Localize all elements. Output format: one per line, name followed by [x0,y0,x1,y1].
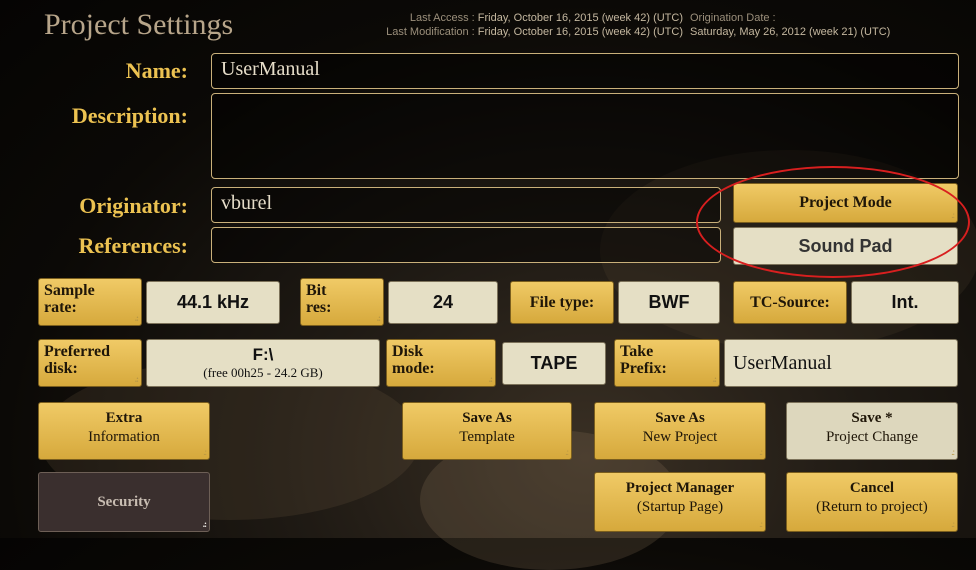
sample-rate-label: Sample rate: .: [38,278,142,326]
highlight-oval [696,166,970,278]
originator-field[interactable]: vburel [211,187,721,223]
bit-res-value[interactable]: 24 [388,281,498,324]
preferred-disk-label-line1: Preferred [44,343,111,360]
references-field[interactable] [211,227,721,263]
extra-information-line1: Extra [105,410,143,426]
save-as-new-project-line2: New Project [642,429,718,445]
save-project-change-button[interactable]: Save * Project Change .: [786,402,958,460]
preferred-disk-drive: F:\ [252,345,274,364]
disk-mode-label-line1: Disk [392,343,424,360]
save-as-template-line1: Save As [462,410,512,426]
last-access-value: Friday, October 16, 2015 (week 42) (UTC) [477,12,683,24]
description-label: Description: [71,103,188,128]
file-type-label: File type: [510,281,614,324]
grip-icon: .: [759,447,763,457]
cancel-line1: Cancel [849,480,895,496]
grip-icon: .: [203,447,207,457]
preferred-disk-value[interactable]: F:\ (free 00h25 - 24.2 GB) [146,339,380,387]
name-label: Name: [125,58,188,83]
project-manager-button[interactable]: Project Manager (Startup Page) .: [594,472,766,532]
take-prefix-label-line1: Take [620,343,654,360]
tc-source-label: TC-Source: [733,281,847,324]
security-label: Security [97,493,151,510]
references-label: References: [78,233,188,258]
grip-icon: .: [759,519,763,529]
preferred-disk-label-line2: disk: [44,360,78,377]
sample-rate-label-line1: Sample [44,282,95,299]
disk-mode-label: Disk mode: .: [386,339,496,387]
origination-info: Origination Date : Saturday, May 26, 201… [690,11,970,39]
grip-icon: .: [376,313,381,323]
sample-rate-label-line2: rate: [44,299,77,316]
originator-label: Originator: [79,193,188,218]
grip-icon: .: [951,447,955,457]
disk-mode-value[interactable]: TAPE [502,342,606,385]
last-access-label: Last Access : [409,12,475,24]
project-manager-line2: (Startup Page) [636,499,724,515]
last-modification-label: Last Modification : [386,26,475,38]
cancel-button[interactable]: Cancel (Return to project) .: [786,472,958,532]
grip-icon: .: [134,374,139,384]
sample-rate-value[interactable]: 44.1 kHz [146,281,280,324]
grip-icon: .: [565,447,569,457]
file-type-value[interactable]: BWF [618,281,720,324]
page-title: Project Settings [44,8,234,41]
grip-icon: .: [488,374,493,384]
bit-res-label: Bit res: .: [300,278,384,326]
last-modification-value: Friday, October 16, 2015 (week 42) (UTC) [477,26,683,38]
tc-source-value[interactable]: Int. [851,281,959,324]
cancel-line2: (Return to project) [816,499,928,515]
extra-information-button[interactable]: Extra Information .: [38,402,210,460]
security-button[interactable]: Security .: [38,472,210,532]
save-as-new-project-button[interactable]: Save As New Project .: [594,402,766,460]
grip-icon: .: [202,519,207,529]
bit-res-label-line2: res: [306,299,332,316]
grip-icon: .: [712,374,717,384]
save-as-template-button[interactable]: Save As Template .: [402,402,572,460]
take-prefix-label-line2: Prefix: [620,360,667,377]
preferred-disk-free: (free 00h25 - 24.2 GB) [203,365,323,380]
save-project-change-line1: Save * [851,410,893,426]
bit-res-label-line1: Bit [306,282,327,299]
save-project-change-line2: Project Change [825,429,919,445]
save-as-template-line2: Template [459,429,515,445]
origination-label: Origination Date : [690,12,776,24]
name-field[interactable]: UserManual [211,53,959,89]
take-prefix-value[interactable]: UserManual [724,339,958,387]
project-manager-line1: Project Manager [625,480,735,496]
take-prefix-label: Take Prefix: .: [614,339,720,387]
access-info: Last Access : Friday, October 16, 2015 (… [288,11,683,39]
preferred-disk-label: Preferred disk: .: [38,339,142,387]
origination-value: Saturday, May 26, 2012 (week 21) (UTC) [690,26,891,38]
grip-icon: .: [134,313,139,323]
extra-information-line2: Information [88,429,160,445]
disk-mode-label-line2: mode: [392,360,435,377]
save-as-new-project-line1: Save As [655,410,705,426]
grip-icon: .: [951,519,955,529]
